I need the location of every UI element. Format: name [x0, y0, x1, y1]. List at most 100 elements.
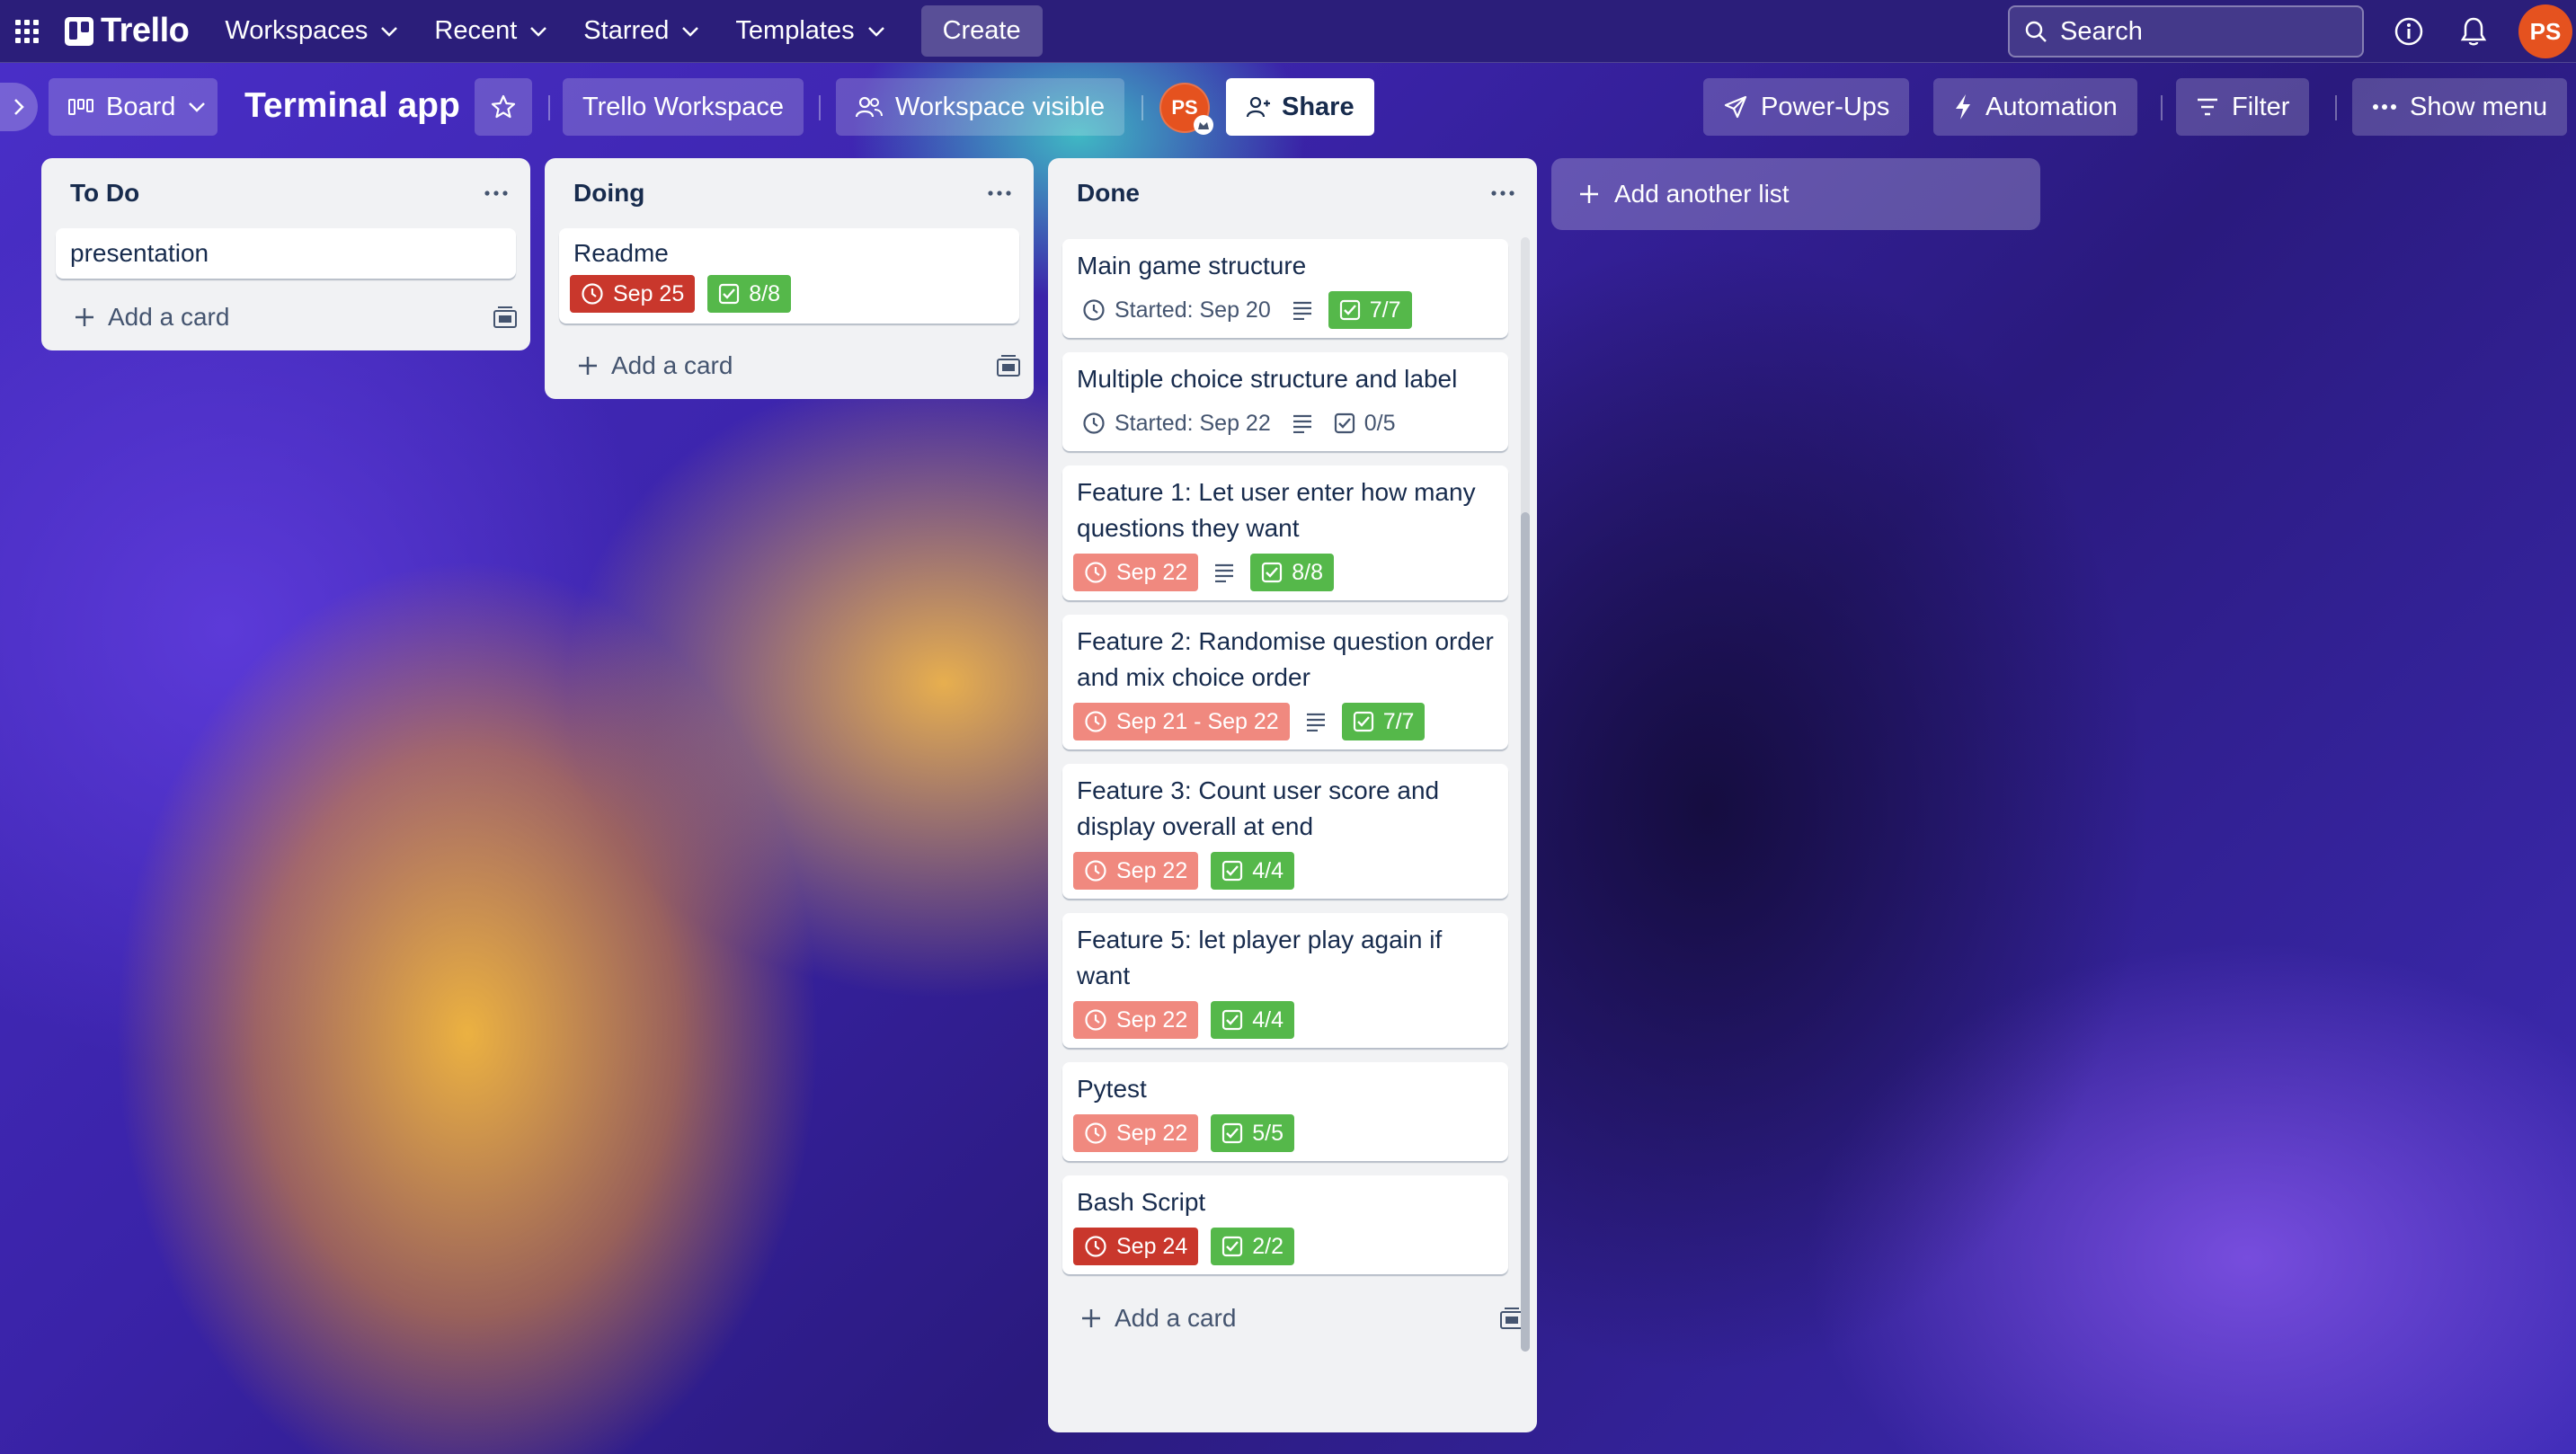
nav-templates-dropdown[interactable]: Templates — [719, 7, 901, 55]
due-date-badge[interactable]: Sep 22 — [1073, 554, 1199, 591]
workspace-button[interactable]: Trello Workspace — [563, 78, 804, 136]
show-menu-button[interactable]: Show menu — [2352, 78, 2568, 136]
due-date-badge[interactable]: Sep 22 — [1073, 852, 1199, 890]
nav-recent-dropdown[interactable]: Recent — [418, 7, 564, 55]
chevron-down-icon — [529, 26, 547, 37]
list-to-do: To Do presentation Add a card — [41, 158, 530, 350]
member-avatar[interactable]: PS — [1159, 83, 1213, 135]
checklist-text: 2/2 — [1252, 1233, 1284, 1259]
scrollbar-thumb[interactable] — [1521, 512, 1530, 1352]
bell-icon[interactable] — [2454, 12, 2493, 51]
due-date-badge[interactable]: Sep 25 — [570, 275, 696, 313]
due-date-badge[interactable]: Sep 22 — [1073, 1001, 1199, 1039]
checklist-text: 8/8 — [749, 280, 781, 306]
more-icon — [2372, 103, 2397, 111]
clock-icon — [1084, 710, 1107, 733]
checklist-icon — [1221, 860, 1243, 882]
card[interactable]: Feature 3: Count user score and display … — [1062, 764, 1508, 899]
checklist-icon — [1221, 1009, 1243, 1031]
visibility-button[interactable]: Workspace visible — [836, 78, 1125, 136]
start-date-badge[interactable]: Started: Sep 20 — [1077, 291, 1276, 329]
info-icon[interactable] — [2389, 12, 2429, 51]
add-card-left: Add a card — [577, 351, 733, 380]
member-initials: PS — [1171, 96, 1198, 119]
trello-logo[interactable]: Trello — [65, 12, 190, 50]
plus-icon — [577, 355, 599, 377]
share-button[interactable]: Share — [1226, 78, 1374, 136]
board-view-switcher[interactable]: Board — [49, 78, 218, 136]
checklist-icon — [1334, 412, 1355, 434]
clock-icon — [1084, 859, 1107, 882]
nav-item-label: Recent — [434, 16, 518, 45]
automation-button[interactable]: Automation — [1933, 78, 2137, 136]
divider — [548, 95, 550, 120]
plus-icon — [1080, 1308, 1102, 1329]
start-date-badge[interactable]: Started: Sep 22 — [1077, 404, 1276, 442]
sidebar-expand-button[interactable] — [0, 83, 38, 131]
list-title[interactable]: Done — [1077, 179, 1140, 208]
plus-icon — [74, 306, 95, 328]
due-date-badge[interactable]: Sep 21 - Sep 22 — [1073, 703, 1290, 740]
card[interactable]: Bash Script Sep 24 2/2 — [1062, 1175, 1508, 1274]
nav-workspaces-dropdown[interactable]: Workspaces — [209, 7, 414, 55]
add-card-label: Add a card — [108, 303, 230, 331]
more-icon[interactable] — [1483, 173, 1523, 213]
card[interactable]: Main game structure Started: Sep 20 7/7 — [1062, 239, 1508, 338]
star-board-button[interactable] — [475, 78, 532, 136]
card-badges: Sep 22 4/4 — [1073, 1001, 1494, 1039]
search-icon — [2024, 20, 2047, 43]
clock-icon — [581, 282, 604, 306]
automation-label: Automation — [1985, 92, 2118, 121]
add-card-left: Add a card — [1080, 1304, 1236, 1333]
card-title: Feature 5: let player play again if want — [1077, 926, 1443, 989]
checklist-badge: 5/5 — [1211, 1114, 1295, 1152]
card-badges: Sep 24 2/2 — [1073, 1228, 1494, 1265]
trello-logo-icon — [65, 16, 93, 46]
list-header: Doing — [545, 158, 1034, 228]
checklist-text: 7/7 — [1382, 708, 1415, 734]
more-icon[interactable] — [476, 173, 516, 213]
list-scrollbar[interactable] — [1521, 237, 1530, 1352]
add-card-button[interactable]: Add a card — [1048, 1285, 1537, 1352]
list-title[interactable]: Doing — [573, 179, 644, 208]
power-ups-button[interactable]: Power-Ups — [1703, 78, 1910, 136]
due-date-badge[interactable]: Sep 24 — [1073, 1228, 1199, 1265]
power-ups-label: Power-Ups — [1761, 92, 1890, 121]
create-button[interactable]: Create — [920, 5, 1043, 57]
checklist-text: 4/4 — [1252, 857, 1284, 883]
card[interactable]: presentation — [56, 228, 516, 279]
list-title[interactable]: To Do — [70, 179, 139, 208]
template-icon[interactable] — [996, 354, 1021, 377]
card[interactable]: Feature 2: Randomise question order and … — [1062, 615, 1508, 749]
more-icon[interactable] — [980, 173, 1019, 213]
checklist-icon — [1261, 562, 1283, 583]
add-card-label: Add a card — [1115, 1304, 1237, 1332]
board-view-icon — [68, 97, 93, 117]
card[interactable]: Readme Sep 25 8/8 — [559, 228, 1019, 324]
card-badges: Sep 22 5/5 — [1073, 1114, 1494, 1152]
due-date-badge[interactable]: Sep 22 — [1073, 1114, 1199, 1152]
card[interactable]: Pytest Sep 22 5/5 — [1062, 1062, 1508, 1161]
user-avatar[interactable]: PS — [2518, 4, 2572, 58]
due-date-text: Sep 25 — [613, 280, 685, 306]
nav-starred-dropdown[interactable]: Starred — [567, 7, 715, 55]
filter-button[interactable]: Filter — [2176, 78, 2310, 136]
card-title: Feature 2: Randomise question order and … — [1077, 627, 1494, 691]
add-card-button[interactable]: Add a card — [545, 332, 1034, 399]
apps-grid-icon[interactable] — [13, 17, 41, 46]
card-badges: Sep 22 4/4 — [1073, 852, 1494, 890]
checklist-text: 5/5 — [1252, 1120, 1284, 1146]
add-card-button[interactable]: Add a card — [41, 284, 530, 350]
card-badges: Sep 22 8/8 — [1073, 554, 1494, 591]
board-title[interactable]: Terminal app — [244, 86, 460, 126]
search-input[interactable]: Search — [2008, 5, 2364, 58]
card[interactable]: Feature 5: let player play again if want… — [1062, 913, 1508, 1048]
chevron-down-icon — [188, 102, 206, 112]
card[interactable]: Multiple choice structure and label Star… — [1062, 352, 1508, 451]
nav-item-label: Templates — [735, 16, 855, 45]
add-list-button[interactable]: Add another list — [1551, 158, 2040, 230]
card-title: Feature 3: Count user score and display … — [1077, 776, 1440, 840]
checklist-badge: 8/8 — [1250, 554, 1335, 591]
template-icon[interactable] — [493, 306, 518, 329]
card[interactable]: Feature 1: Let user enter how many quest… — [1062, 465, 1508, 600]
